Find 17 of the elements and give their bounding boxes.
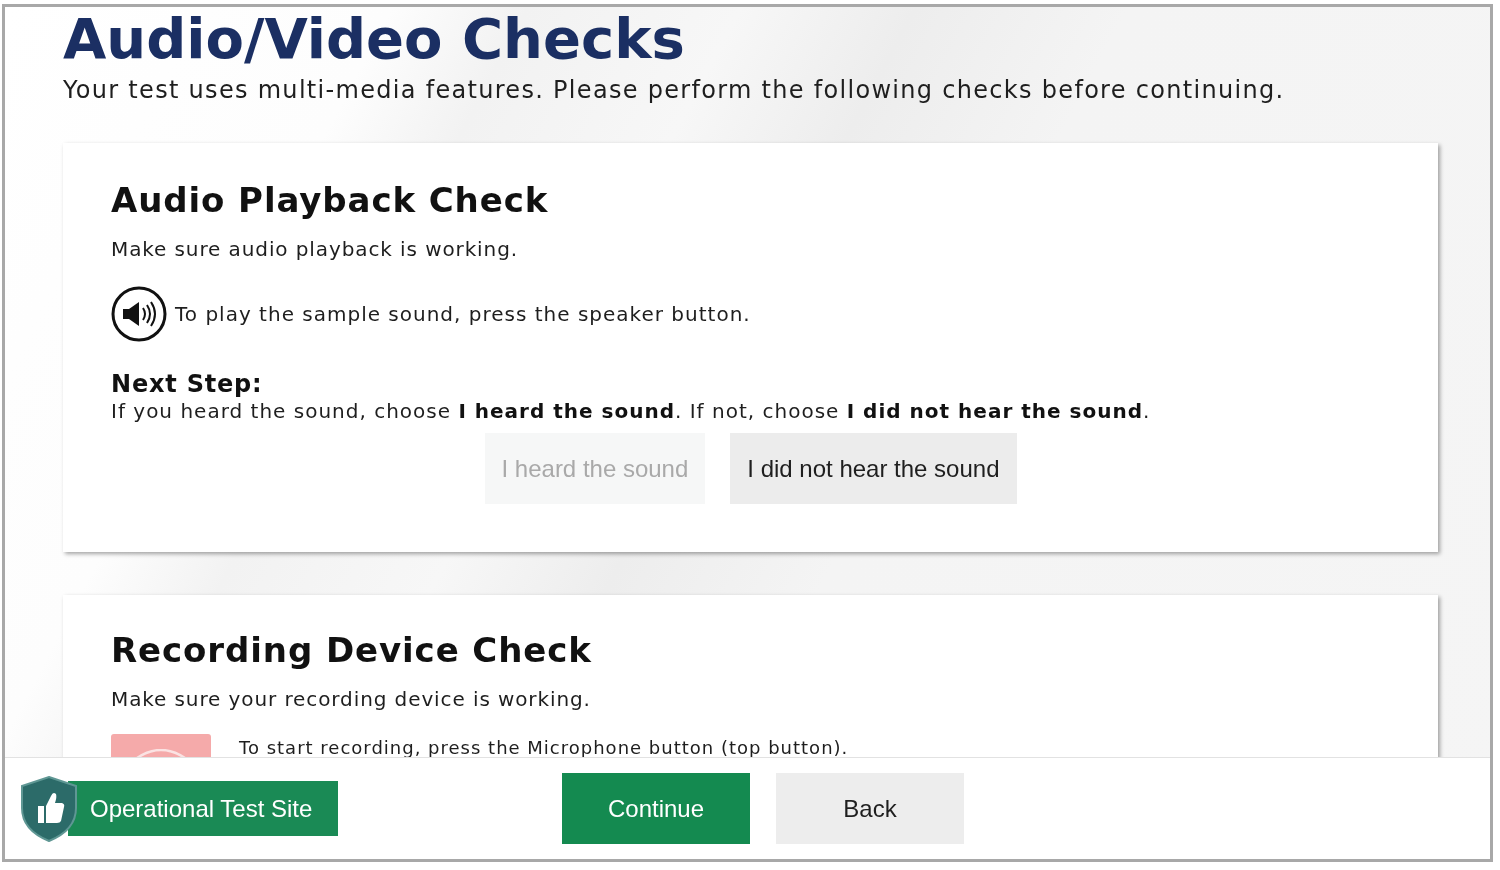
speaker-button[interactable] bbox=[111, 286, 167, 342]
back-button[interactable]: Back bbox=[776, 773, 964, 844]
next-step-heading: Next Step: bbox=[111, 370, 263, 398]
page-title: Audio/Video Checks bbox=[63, 9, 686, 69]
speaker-icon bbox=[111, 286, 167, 342]
card-description: Make sure audio playback is working. bbox=[111, 236, 518, 262]
instruction-text: To play the sample sound, press the speaker button. bbox=[175, 301, 751, 327]
instruction-text: To start recording, press the Microphone button (top button). bbox=[239, 738, 849, 757]
card-title: Recording Device Check bbox=[111, 630, 592, 670]
page-subtitle: Your test uses multi-media features. Please perform the following checks before continuing. bbox=[63, 75, 1286, 105]
continue-button[interactable]: Continue bbox=[562, 773, 750, 844]
shield-thumbs-up-icon bbox=[20, 775, 78, 842]
answer-button[interactable]: I did not hear the sound bbox=[730, 433, 1017, 504]
card-description: Make sure your recording device is working. bbox=[111, 686, 591, 712]
next-step-text: If you heard the sound, choose I heard the sound. If not, choose I did not hear the sound. bbox=[111, 398, 1151, 424]
card-title: Audio Playback Check bbox=[111, 180, 549, 220]
site-badge: Operational Test Site bbox=[68, 781, 338, 836]
